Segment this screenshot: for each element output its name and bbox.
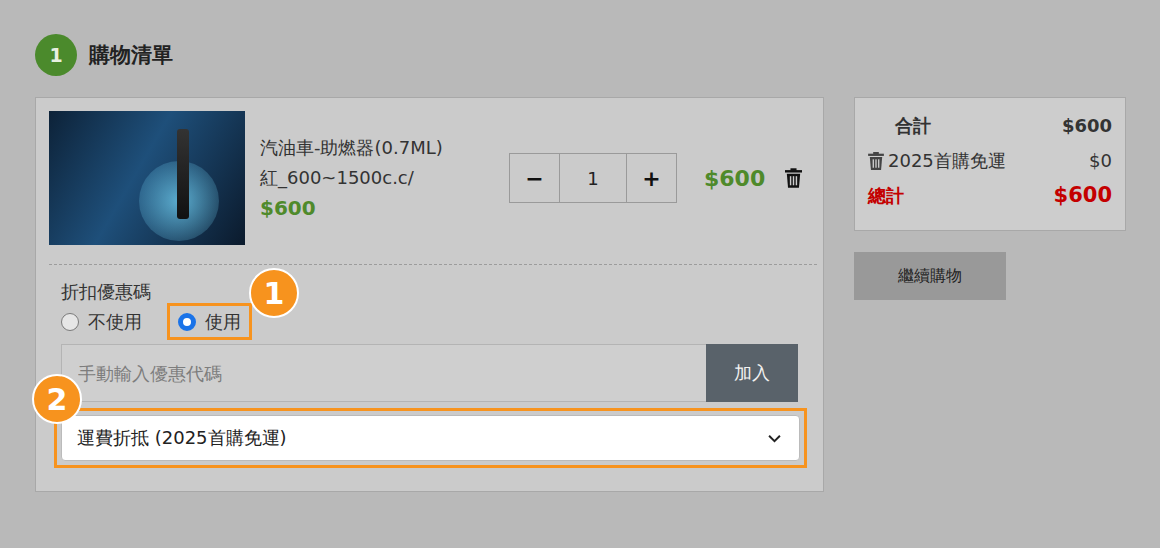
summary-row: 合計$600 bbox=[895, 108, 1112, 143]
decrease-button[interactable]: − bbox=[510, 154, 559, 202]
radio-option[interactable]: 使用1 bbox=[167, 303, 252, 340]
cart-page: 1購物清單汽油車-助燃器(0.7ML)紅_600~1500c.c/$600−1+… bbox=[0, 0, 1160, 548]
unit-price: $600 bbox=[260, 193, 494, 223]
callout-badge: 2 bbox=[32, 374, 82, 424]
step-badge: 1 bbox=[35, 34, 77, 76]
product-variant: 紅_600~1500c.c/ bbox=[260, 163, 494, 193]
item-subtotal: $600 bbox=[704, 166, 765, 191]
section-title: 購物清單 bbox=[89, 41, 173, 69]
trash-icon[interactable] bbox=[785, 168, 802, 188]
product-image[interactable] bbox=[49, 111, 245, 245]
discount-label: 折扣優惠碼 bbox=[61, 281, 798, 303]
radio-option[interactable]: 不使用 bbox=[58, 303, 153, 340]
chevron-down-icon bbox=[768, 434, 781, 443]
radio-circle[interactable] bbox=[61, 313, 79, 331]
coupon-code-input[interactable] bbox=[61, 344, 706, 402]
quantity-control: −1+ bbox=[509, 153, 677, 203]
product-name[interactable]: 汽油車-助燃器(0.7ML) bbox=[260, 133, 494, 163]
cart-card: 汽油車-助燃器(0.7ML)紅_600~1500c.c/$600−1+$600折… bbox=[35, 97, 824, 492]
separator bbox=[49, 264, 817, 265]
coupon-code-row: 加入 bbox=[61, 344, 798, 402]
summary-row: 總計$600 bbox=[868, 178, 1112, 213]
cart-item: 汽油車-助燃器(0.7ML)紅_600~1500c.c/$600−1+$600 bbox=[49, 111, 817, 245]
coupon-select-highlight: 2運費折抵 (2025首購免運) bbox=[54, 408, 807, 468]
continue-shopping-button[interactable]: 繼續購物 bbox=[854, 252, 1006, 300]
callout-badge: 1 bbox=[249, 268, 299, 318]
trash-icon[interactable] bbox=[868, 152, 884, 170]
apply-button[interactable]: 加入 bbox=[706, 344, 798, 402]
increase-button[interactable]: + bbox=[627, 154, 676, 202]
section-header: 1 購物清單 bbox=[35, 34, 1160, 76]
coupon-select[interactable]: 運費折抵 (2025首購免運) bbox=[61, 415, 800, 461]
radio-circle[interactable] bbox=[178, 313, 196, 331]
radio-group: 不使用使用1 bbox=[61, 303, 798, 340]
product-info: 汽油車-助燃器(0.7ML)紅_600~1500c.c/$600 bbox=[260, 133, 494, 223]
order-summary: 合計$600 2025首購免運$0 總計$600 bbox=[854, 97, 1126, 231]
quantity-field[interactable]: 1 bbox=[559, 154, 627, 202]
summary-row: 2025首購免運$0 bbox=[868, 143, 1112, 178]
discount-section: 折扣優惠碼不使用使用1 加入 2運費折抵 (2025首購免運) bbox=[49, 265, 817, 468]
